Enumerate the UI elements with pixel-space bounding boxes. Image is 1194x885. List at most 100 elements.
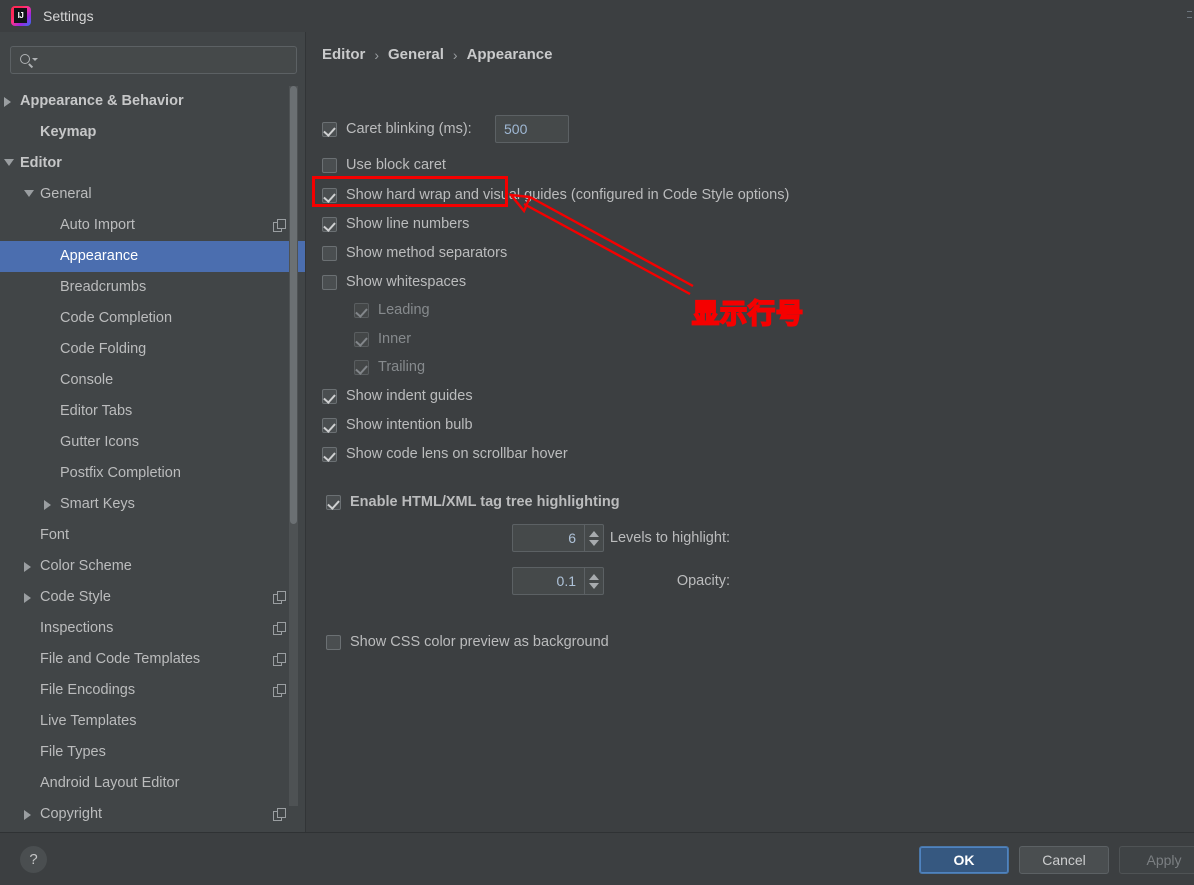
opacity-spinner[interactable]: 0.1	[512, 567, 604, 595]
option-use-block-caret[interactable]: Use block caret	[322, 157, 446, 173]
sidebar-item-inspections[interactable]: Inspections	[0, 613, 306, 644]
option-show-indent-guides[interactable]: Show indent guides	[322, 388, 473, 404]
show-line-numbers-checkbox[interactable]	[322, 216, 337, 232]
sidebar-item-live-templates[interactable]: Live Templates	[0, 706, 306, 737]
option-show-method-separators[interactable]: Show method separators	[322, 245, 507, 261]
spinner-buttons[interactable]	[584, 525, 603, 551]
sidebar-item-file-types[interactable]: File Types	[0, 737, 306, 768]
show-hard-wrap-checkbox[interactable]	[322, 187, 337, 203]
sidebar-item-file-encodings[interactable]: File Encodings	[0, 675, 306, 706]
chevron-down-icon[interactable]	[24, 190, 34, 197]
enable-html-xml-label: Enable HTML/XML tag tree highlighting	[350, 494, 620, 510]
show-indent-guides-checkbox[interactable]	[322, 388, 337, 404]
sidebar-item-label: Font	[40, 527, 70, 543]
sidebar-item-label: Live Templates	[40, 713, 137, 729]
spinner-down-icon[interactable]	[589, 539, 599, 546]
option-whitespace-trailing[interactable]: Trailing	[354, 359, 425, 375]
copy-settings-icon[interactable]	[273, 653, 286, 666]
sidebar-item-auto-import[interactable]: Auto Import	[0, 210, 306, 241]
chevron-down-icon[interactable]	[4, 159, 14, 166]
option-show-line-numbers[interactable]: Show line numbers	[322, 216, 469, 232]
sidebar-item-code-style[interactable]: Code Style	[0, 582, 306, 613]
option-whitespace-leading[interactable]: Leading	[354, 302, 430, 318]
enable-html-xml-checkbox[interactable]	[326, 494, 341, 510]
spinner-up-icon[interactable]	[589, 573, 599, 580]
spinner-buttons[interactable]	[584, 568, 603, 594]
sidebar-item-label: Console	[60, 372, 114, 388]
show-method-separators-checkbox[interactable]	[322, 245, 337, 261]
copy-settings-icon[interactable]	[273, 219, 286, 232]
option-enable-html-xml-highlighting[interactable]: Enable HTML/XML tag tree highlighting	[326, 494, 620, 510]
option-show-css-color-preview[interactable]: Show CSS color preview as background	[326, 634, 609, 650]
option-show-whitespaces[interactable]: Show whitespaces	[322, 274, 466, 290]
caret-blinking-value: 500	[504, 121, 528, 137]
option-show-hard-wrap[interactable]: Show hard wrap and visual guides (config…	[322, 187, 789, 203]
caret-blinking-input[interactable]: 500	[495, 115, 569, 143]
settings-tree: Appearance & Behavior Keymap Editor General…	[0, 86, 306, 832]
sidebar-item-label: Editor	[20, 155, 62, 171]
sidebar-scrollbar-track[interactable]	[289, 86, 298, 806]
breadcrumb: Editor › General › Appearance	[322, 46, 552, 63]
sidebar-item-editor-tabs[interactable]: Editor Tabs	[0, 396, 306, 427]
sidebar-item-code-folding[interactable]: Code Folding	[0, 334, 306, 365]
chevron-right-icon[interactable]	[24, 593, 31, 603]
sidebar-item-keymap[interactable]: Keymap	[0, 117, 306, 148]
spinner-up-icon[interactable]	[589, 530, 599, 537]
caret-blinking-checkbox[interactable]	[322, 121, 337, 137]
sidebar-item-gutter-icons[interactable]: Gutter Icons	[0, 427, 306, 458]
show-intention-bulb-checkbox[interactable]	[322, 417, 337, 433]
help-button[interactable]: ?	[20, 846, 47, 873]
copy-settings-icon[interactable]	[273, 591, 286, 604]
sidebar-item-font[interactable]: Font	[0, 520, 306, 551]
sidebar-item-android-layout-editor[interactable]: Android Layout Editor	[0, 768, 306, 799]
window-titlebar: Settings	[0, 0, 1194, 32]
search-box[interactable]	[10, 46, 297, 74]
whitespace-trailing-checkbox[interactable]	[354, 359, 369, 375]
sidebar-item-console[interactable]: Console	[0, 365, 306, 396]
levels-to-highlight-spinner[interactable]: 6	[512, 524, 604, 552]
chevron-right-icon[interactable]	[24, 562, 31, 572]
copy-settings-icon[interactable]	[273, 684, 286, 697]
sidebar-item-general[interactable]: General	[0, 179, 306, 210]
sidebar-item-smart-keys[interactable]: Smart Keys	[0, 489, 306, 520]
option-show-intention-bulb[interactable]: Show intention bulb	[322, 417, 473, 433]
show-whitespaces-checkbox[interactable]	[322, 274, 337, 290]
apply-button[interactable]: Apply	[1119, 846, 1194, 874]
cancel-button[interactable]: Cancel	[1019, 846, 1109, 874]
sidebar-item-color-scheme[interactable]: Color Scheme	[0, 551, 306, 582]
use-block-caret-label: Use block caret	[346, 157, 446, 173]
copy-settings-icon[interactable]	[273, 622, 286, 635]
sidebar-item-appearance-behavior[interactable]: Appearance & Behavior	[0, 86, 306, 117]
ok-button[interactable]: OK	[919, 846, 1009, 874]
copy-settings-icon[interactable]	[273, 808, 286, 821]
search-input[interactable]	[41, 47, 289, 73]
sidebar-item-copyright[interactable]: Copyright	[0, 799, 306, 830]
sidebar-item-label: Editor Tabs	[60, 403, 133, 419]
dialog-footer: ? OK Cancel Apply	[0, 832, 1194, 885]
chevron-right-icon[interactable]	[4, 97, 11, 107]
option-show-code-lens[interactable]: Show code lens on scrollbar hover	[322, 446, 568, 462]
sidebar-item-label: Code Folding	[60, 341, 147, 357]
window-controls[interactable]	[1186, 6, 1194, 28]
show-css-color-preview-label: Show CSS color preview as background	[350, 634, 609, 650]
sidebar-item-appearance[interactable]: Appearance	[0, 241, 306, 272]
breadcrumb-item-general[interactable]: General	[388, 46, 444, 63]
sidebar-item-postfix-completion[interactable]: Postfix Completion	[0, 458, 306, 489]
option-whitespace-inner[interactable]: Inner	[354, 331, 411, 347]
breadcrumb-item-editor[interactable]: Editor	[322, 46, 365, 63]
show-css-color-preview-checkbox[interactable]	[326, 634, 341, 650]
sidebar-item-file-and-code-templates[interactable]: File and Code Templates	[0, 644, 306, 675]
whitespace-inner-checkbox[interactable]	[354, 331, 369, 347]
spinner-down-icon[interactable]	[589, 582, 599, 589]
sidebar-item-code-completion[interactable]: Code Completion	[0, 303, 306, 334]
sidebar-scrollbar-thumb[interactable]	[290, 86, 297, 524]
option-caret-blinking[interactable]: Caret blinking (ms):	[322, 121, 472, 137]
sidebar-item-breadcrumbs[interactable]: Breadcrumbs	[0, 272, 306, 303]
use-block-caret-checkbox[interactable]	[322, 157, 337, 173]
sidebar-item-editor[interactable]: Editor	[0, 148, 306, 179]
show-code-lens-checkbox[interactable]	[322, 446, 337, 462]
sidebar-item-label: File Encodings	[40, 682, 136, 698]
chevron-right-icon[interactable]	[44, 500, 51, 510]
chevron-right-icon[interactable]	[24, 810, 31, 820]
whitespace-leading-checkbox[interactable]	[354, 302, 369, 318]
